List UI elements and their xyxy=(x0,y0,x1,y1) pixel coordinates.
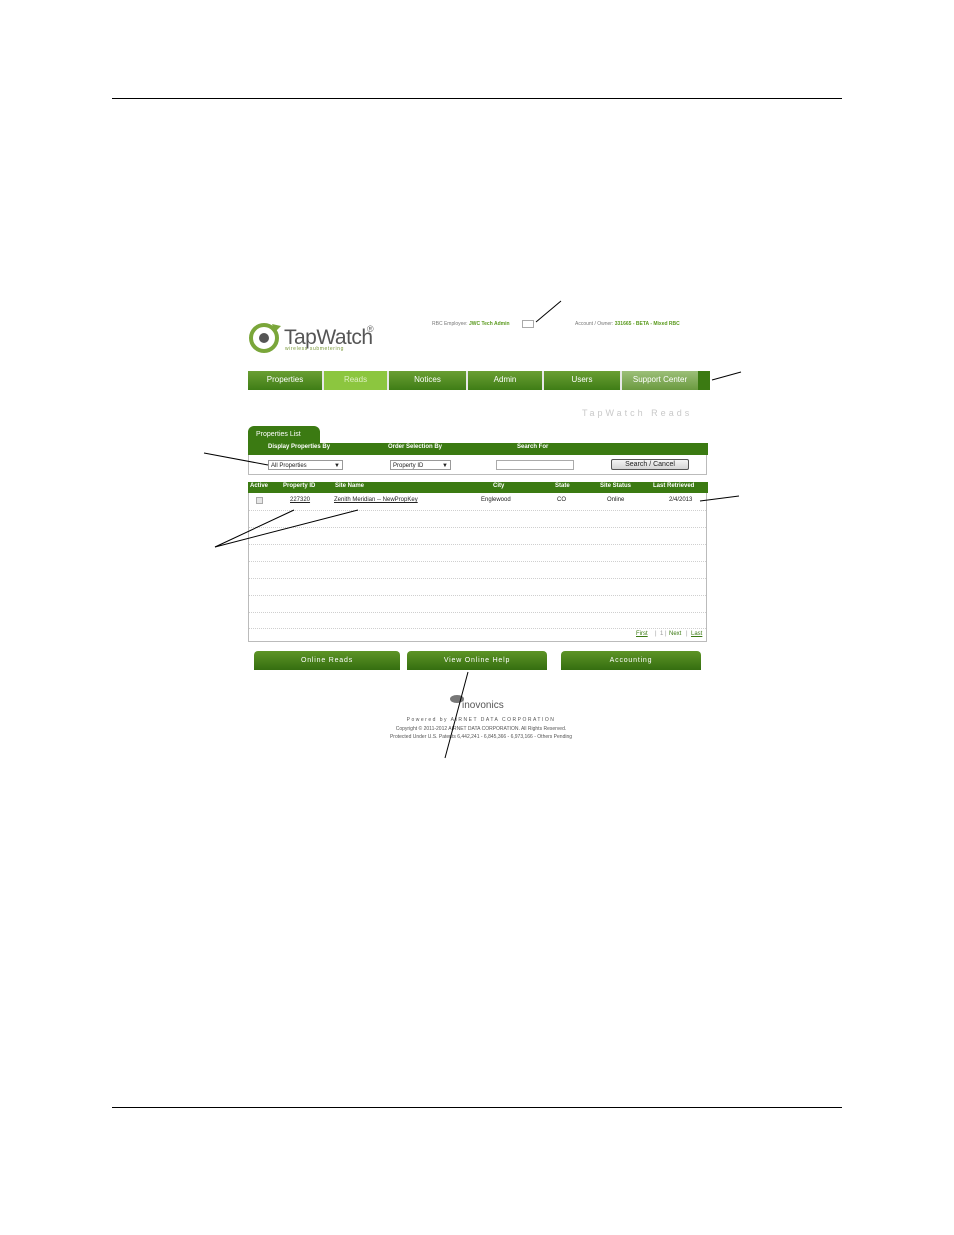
callout-line-nav xyxy=(711,371,742,381)
callout-lines xyxy=(203,300,742,759)
callout-line-last-retrieved xyxy=(699,495,740,502)
callout-line-display-select xyxy=(203,452,269,466)
callout-line-property-id xyxy=(214,509,295,548)
callout-line-site-name xyxy=(214,509,359,548)
callout-line-mail xyxy=(535,300,562,323)
callout-line-help xyxy=(444,671,469,759)
